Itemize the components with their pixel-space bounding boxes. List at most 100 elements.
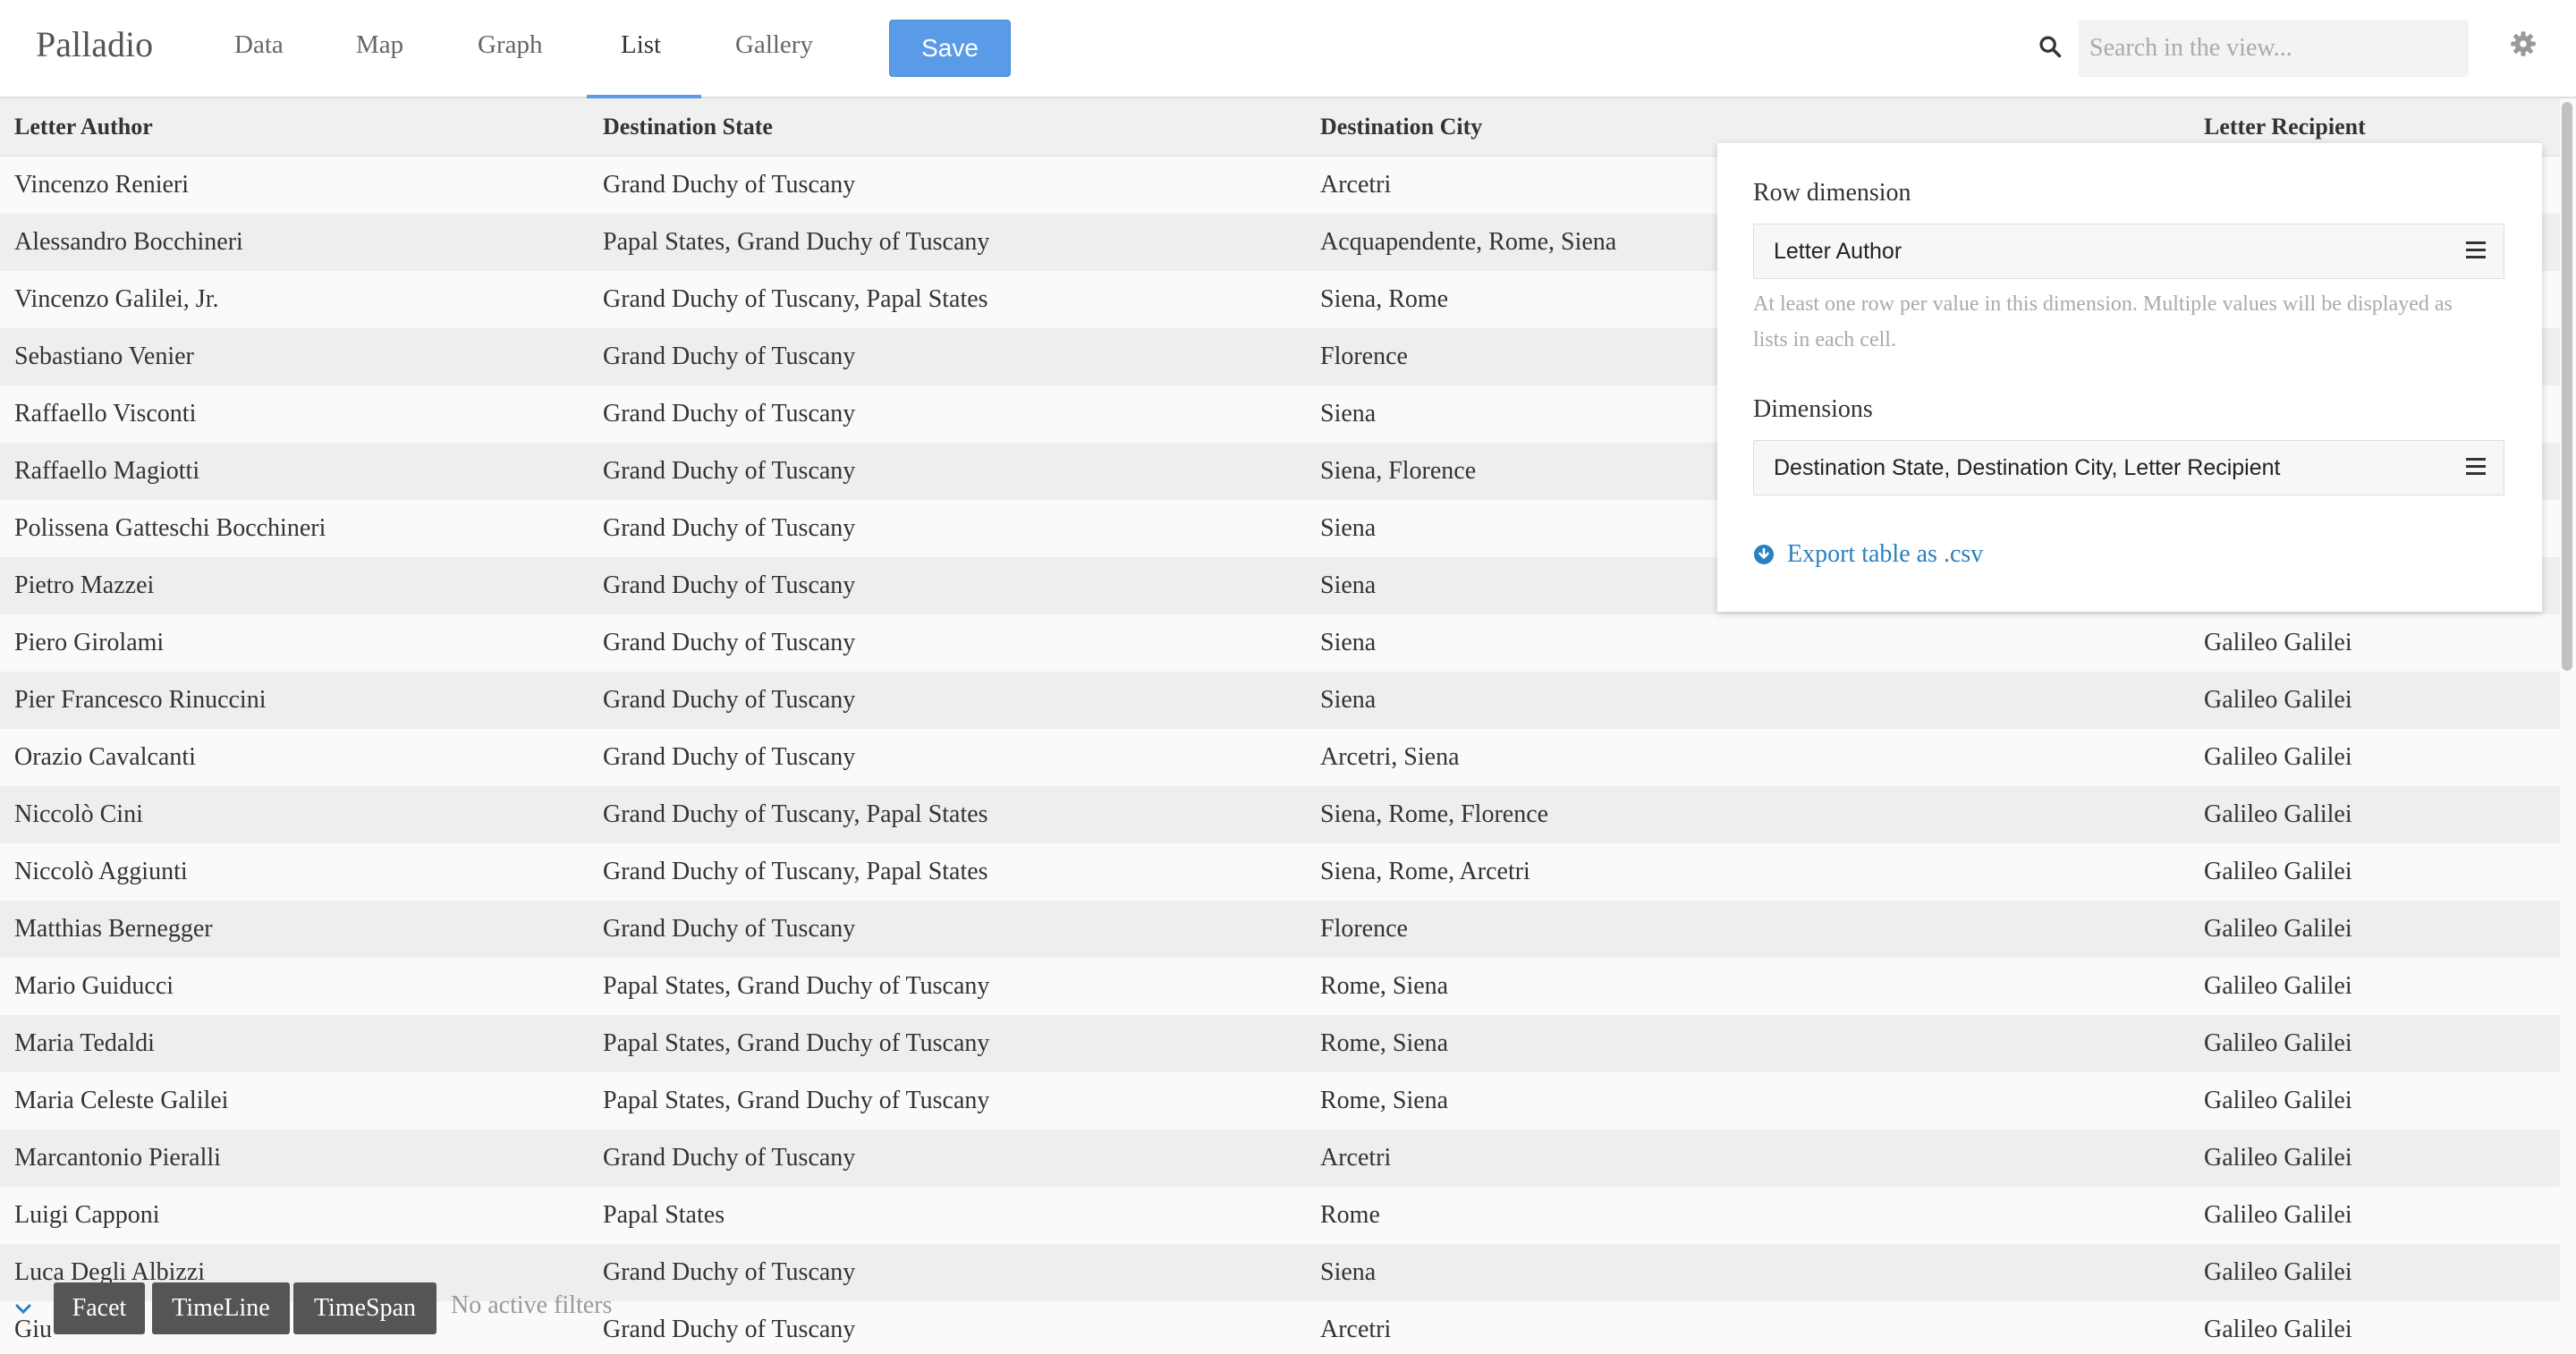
app-logo[interactable]: Palladio: [36, 23, 153, 65]
gear-icon[interactable]: [2510, 30, 2537, 57]
cell-destination-state: Grand Duchy of Tuscany: [589, 328, 1306, 385]
cell-letter-recipient: Galileo Galilei: [2190, 843, 2576, 901]
cell-destination-state: Papal States, Grand Duchy of Tuscany: [589, 214, 1306, 271]
cell-destination-city: Rome, Siena: [1306, 1015, 2190, 1072]
cell-destination-state: Papal States, Grand Duchy of Tuscany: [589, 1015, 1306, 1072]
cell-destination-city: Rome: [1306, 1187, 2190, 1244]
cell-letter-recipient: Galileo Galilei: [2190, 901, 2576, 958]
cell-letter-author: Niccolò Cini: [0, 786, 589, 843]
timeline-button[interactable]: TimeLine: [152, 1282, 290, 1334]
save-button[interactable]: Save: [889, 20, 1011, 77]
cell-letter-author: Raffaello Magiotti: [0, 443, 589, 500]
cell-letter-recipient: Galileo Galilei: [2190, 672, 2576, 729]
tab-list[interactable]: List: [621, 30, 661, 60]
filter-status: No active filters: [451, 1291, 613, 1319]
cell-letter-author: Vincenzo Galilei, Jr.: [0, 271, 589, 328]
cell-destination-state: Grand Duchy of Tuscany: [589, 500, 1306, 557]
search-input[interactable]: [2079, 20, 2469, 77]
cell-letter-recipient: Galileo Galilei: [2190, 1015, 2576, 1072]
cell-letter-recipient: Galileo Galilei: [2190, 958, 2576, 1015]
cell-destination-state: Grand Duchy of Tuscany: [589, 1130, 1306, 1187]
cell-destination-city: Rome, Siena: [1306, 958, 2190, 1015]
tab-map[interactable]: Map: [356, 30, 403, 60]
column-header-letter-author[interactable]: Letter Author: [0, 98, 589, 157]
cell-destination-state: Grand Duchy of Tuscany: [589, 672, 1306, 729]
chevron-down-icon[interactable]: [14, 1300, 32, 1318]
cell-destination-state: Papal States: [589, 1187, 1306, 1244]
menu-icon[interactable]: [2466, 241, 2486, 259]
cell-letter-author: Orazio Cavalcanti: [0, 729, 589, 786]
column-header-destination-state[interactable]: Destination State: [589, 98, 1306, 157]
cell-letter-author: Maria Celeste Galilei: [0, 1072, 589, 1130]
cell-destination-state: Papal States, Grand Duchy of Tuscany: [589, 958, 1306, 1015]
cell-letter-author: Polissena Gatteschi Bocchineri: [0, 500, 589, 557]
table-row[interactable]: Mario Guiducci Papal States, Grand Duchy …: [0, 958, 2576, 1015]
cell-destination-state: Grand Duchy of Tuscany: [589, 385, 1306, 443]
export-csv-link[interactable]: Export table as .csv: [1753, 540, 1983, 569]
search-icon[interactable]: [2038, 34, 2063, 59]
cell-destination-city: Siena: [1306, 614, 2190, 672]
cell-letter-recipient: Galileo Galilei: [2190, 1187, 2576, 1244]
table-row[interactable]: Orazio Cavalcanti Grand Duchy of Tuscany A…: [0, 729, 2576, 786]
cell-letter-author: Niccolò Aggiunti: [0, 843, 589, 901]
cell-letter-author: Pietro Mazzei: [0, 557, 589, 614]
dimensions-value: Destination State, Destination City, Let…: [1774, 455, 2281, 480]
download-circle-icon: [1754, 545, 1774, 564]
cell-destination-state: Grand Duchy of Tuscany: [589, 901, 1306, 958]
dimensions-label: Dimensions: [1753, 395, 1873, 423]
cell-letter-author: Maria Tedaldi: [0, 1015, 589, 1072]
tab-gallery[interactable]: Gallery: [735, 30, 813, 60]
table-row[interactable]: Pier Francesco Rinuccini Grand Duchy of T…: [0, 672, 2576, 729]
cell-destination-city: Siena: [1306, 1244, 2190, 1301]
cell-letter-author: Mario Guiducci: [0, 958, 589, 1015]
table-row[interactable]: Niccolò Cini Grand Duchy of Tuscany, Papa…: [0, 786, 2576, 843]
scrollbar-thumb[interactable]: [2562, 102, 2572, 671]
cell-letter-author: Matthias Bernegger: [0, 901, 589, 958]
menu-icon[interactable]: [2466, 458, 2486, 476]
cell-letter-author: Alessandro Bocchineri: [0, 214, 589, 271]
cell-letter-recipient: Galileo Galilei: [2190, 1130, 2576, 1187]
dimensions-select[interactable]: Destination State, Destination City, Let…: [1753, 440, 2504, 495]
export-csv-label: Export table as .csv: [1787, 540, 1984, 568]
cell-destination-state: Grand Duchy of Tuscany, Papal States: [589, 843, 1306, 901]
row-dimension-select[interactable]: Letter Author: [1753, 224, 2504, 279]
cell-letter-recipient: Galileo Galilei: [2190, 1244, 2576, 1301]
tab-graph[interactable]: Graph: [478, 30, 542, 60]
cell-letter-author: Marcantonio Pieralli: [0, 1130, 589, 1187]
cell-letter-recipient: Galileo Galilei: [2190, 729, 2576, 786]
cell-destination-city: Arcetri: [1306, 1130, 2190, 1187]
cell-destination-state: Grand Duchy of Tuscany, Papal States: [589, 271, 1306, 328]
cell-letter-author: Piero Girolami: [0, 614, 589, 672]
cell-destination-city: Arcetri, Siena: [1306, 729, 2190, 786]
table-row[interactable]: Luigi Capponi Papal States Rome Galileo Gal…: [0, 1187, 2576, 1244]
cell-letter-author: Raffaello Visconti: [0, 385, 589, 443]
cell-destination-state: Papal States, Grand Duchy of Tuscany: [589, 1072, 1306, 1130]
table-row[interactable]: Maria Celeste Galilei Papal States, Grand…: [0, 1072, 2576, 1130]
cell-letter-recipient: Galileo Galilei: [2190, 614, 2576, 672]
cell-letter-author: Pier Francesco Rinuccini: [0, 672, 589, 729]
cell-destination-city: Rome, Siena: [1306, 1072, 2190, 1130]
top-navbar: Palladio Data Map Graph List Gallery Sav…: [0, 0, 2576, 98]
cell-destination-city: Siena, Rome, Florence: [1306, 786, 2190, 843]
cell-letter-author: Vincenzo Renieri: [0, 156, 589, 214]
cell-destination-city: Siena: [1306, 672, 2190, 729]
row-dimension-value: Letter Author: [1774, 239, 1902, 264]
table-row[interactable]: Piero Girolami Grand Duchy of Tuscany Sien…: [0, 614, 2576, 672]
cell-destination-state: Grand Duchy of Tuscany, Papal States: [589, 786, 1306, 843]
table-row[interactable]: Matthias Bernegger Grand Duchy of Tuscany…: [0, 901, 2576, 958]
cell-destination-state: Grand Duchy of Tuscany: [589, 729, 1306, 786]
table-row[interactable]: Maria Tedaldi Papal States, Grand Duchy o…: [0, 1015, 2576, 1072]
facet-button[interactable]: Facet: [54, 1282, 145, 1334]
cell-destination-city: Siena, Rome, Arcetri: [1306, 843, 2190, 901]
tab-data[interactable]: Data: [234, 30, 284, 60]
settings-panel: Row dimension Letter Author At least one…: [1717, 143, 2542, 612]
filter-bar: Facet TimeLine TimeSpan No active filter…: [0, 1282, 716, 1340]
row-dimension-help: At least one row per value in this dimen…: [1753, 292, 2453, 351]
cell-destination-state: Grand Duchy of Tuscany: [589, 156, 1306, 214]
timespan-button[interactable]: TimeSpan: [293, 1282, 436, 1334]
table-row[interactable]: Niccolò Aggiunti Grand Duchy of Tuscany, …: [0, 843, 2576, 901]
cell-destination-city: Arcetri: [1306, 1301, 2190, 1354]
cell-destination-state: Grand Duchy of Tuscany: [589, 614, 1306, 672]
table-row[interactable]: Marcantonio Pieralli Grand Duchy of Tusca…: [0, 1130, 2576, 1187]
cell-destination-city: Florence: [1306, 901, 2190, 958]
